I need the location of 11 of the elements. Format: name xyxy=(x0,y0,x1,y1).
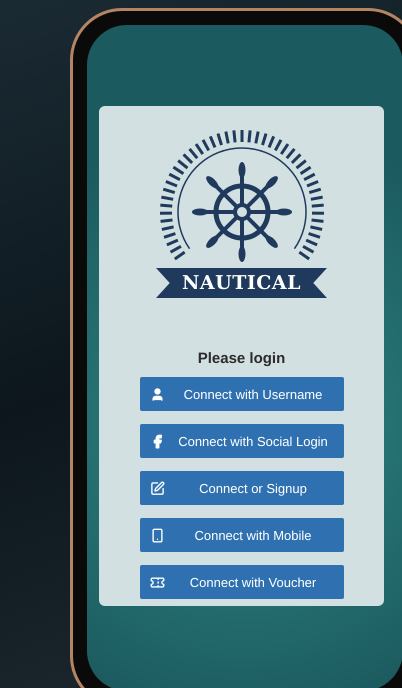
connect-button[interactable]: Connect with Username xyxy=(140,377,344,411)
edit-icon xyxy=(150,480,164,496)
connect-button[interactable]: Connect with Mobile xyxy=(140,518,344,552)
ticket-icon xyxy=(150,574,164,590)
login-heading: Please login xyxy=(198,350,286,367)
mobile-phone-icon xyxy=(150,528,164,542)
connect-button[interactable]: Connect with Voucher xyxy=(140,565,344,599)
logo-wordmark: NAUTICAL xyxy=(156,268,327,298)
user-icon xyxy=(150,386,164,402)
connect-button[interactable]: Connect with Social Login xyxy=(140,424,344,458)
connect-button[interactable]: Connect or Signup xyxy=(140,471,344,505)
